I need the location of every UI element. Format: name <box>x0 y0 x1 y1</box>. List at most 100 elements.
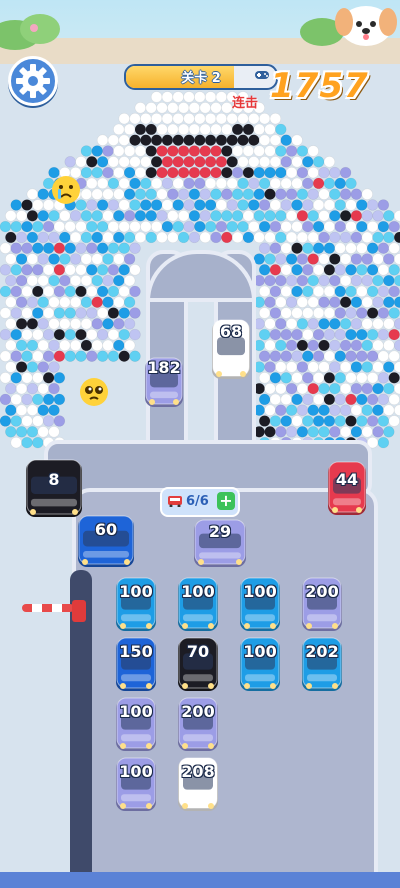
car-r2c2[interactable]: 70 <box>176 636 220 694</box>
ball <box>275 426 287 438</box>
car-r2c4[interactable]: 202 <box>300 636 344 694</box>
ball <box>26 382 39 395</box>
car-29[interactable]: 29 <box>192 518 248 570</box>
car-r2c3[interactable]: 100 <box>238 636 282 694</box>
car-r1c3[interactable]: 100 <box>238 576 282 634</box>
ball <box>285 382 298 395</box>
ball <box>134 231 147 244</box>
ball <box>21 436 33 449</box>
ball <box>329 210 341 222</box>
ball <box>10 264 22 276</box>
ball <box>242 231 255 244</box>
ball <box>167 102 179 114</box>
ball <box>37 361 49 373</box>
car-r1c1[interactable]: 100 <box>114 576 158 634</box>
ball <box>113 210 125 222</box>
gate-arm <box>22 604 74 612</box>
ball <box>307 339 319 352</box>
ball <box>69 274 82 287</box>
car-r4c2[interactable]: 208 <box>176 756 220 814</box>
ball <box>156 145 168 157</box>
score-counter: 1757 <box>270 66 369 106</box>
add-slot-button[interactable]: + <box>217 492 235 510</box>
ball <box>123 210 136 222</box>
ball <box>285 339 298 352</box>
ball <box>75 307 87 319</box>
ball <box>15 231 28 244</box>
ball <box>0 372 12 384</box>
ball <box>264 166 276 179</box>
ball <box>258 328 271 341</box>
ball <box>291 134 303 146</box>
ball <box>296 253 309 265</box>
ball <box>318 231 330 244</box>
car-r1c2[interactable]: 100 <box>176 576 220 634</box>
ball <box>269 328 282 341</box>
ball <box>0 328 12 341</box>
ball <box>388 285 400 298</box>
ball <box>296 274 309 287</box>
car-r1c4[interactable]: 200 <box>300 576 344 634</box>
car-r4c1[interactable]: 100 <box>114 756 158 814</box>
ball <box>361 318 373 330</box>
ball <box>64 285 76 298</box>
ball <box>118 242 130 254</box>
car-r3c1[interactable]: 100 <box>114 696 158 754</box>
ball <box>21 220 33 233</box>
ball <box>123 274 136 287</box>
ball <box>318 382 330 395</box>
ball <box>242 123 255 136</box>
ball <box>269 264 282 276</box>
ball <box>156 123 168 136</box>
ball <box>296 404 309 416</box>
ball <box>275 361 287 373</box>
car-r2c1[interactable]: 150 <box>114 636 158 694</box>
car-label: 100 <box>119 702 153 721</box>
ball <box>302 393 314 406</box>
ball <box>64 220 76 233</box>
ball <box>221 188 233 200</box>
ball <box>339 404 352 416</box>
ball <box>264 318 276 330</box>
settings-button[interactable] <box>8 56 58 106</box>
ball <box>107 285 120 298</box>
ball <box>366 372 379 384</box>
ball <box>350 253 363 265</box>
ball <box>37 318 49 330</box>
ball <box>53 350 66 362</box>
car-182[interactable]: 182 <box>143 356 185 410</box>
ball <box>167 210 179 222</box>
ball <box>264 426 276 438</box>
ball <box>226 134 238 146</box>
car-44[interactable]: 44 <box>326 460 368 518</box>
ball <box>296 166 309 179</box>
ball <box>318 210 330 222</box>
ball <box>129 285 141 298</box>
ball <box>345 285 357 298</box>
ball <box>329 166 341 179</box>
ball <box>26 339 39 352</box>
ball <box>221 231 233 244</box>
ball <box>113 188 125 200</box>
ball <box>10 328 22 341</box>
crying-emoji-icon <box>52 176 80 204</box>
ball <box>183 134 195 146</box>
car-r3c2[interactable]: 200 <box>176 696 220 754</box>
ball <box>388 242 400 254</box>
ball <box>145 210 157 222</box>
ball <box>280 372 292 384</box>
ball <box>64 264 76 276</box>
ball <box>258 220 271 233</box>
car-60[interactable]: 60 <box>76 514 136 570</box>
ball <box>42 350 55 362</box>
ball <box>388 220 400 233</box>
car-8[interactable]: 8 <box>24 458 84 520</box>
ball <box>334 199 346 211</box>
ball <box>167 231 179 244</box>
ball <box>296 210 309 222</box>
ball <box>285 404 298 416</box>
car-68[interactable]: 68 <box>210 318 252 382</box>
ball <box>156 231 168 244</box>
ball <box>75 264 87 276</box>
ball <box>21 328 33 341</box>
